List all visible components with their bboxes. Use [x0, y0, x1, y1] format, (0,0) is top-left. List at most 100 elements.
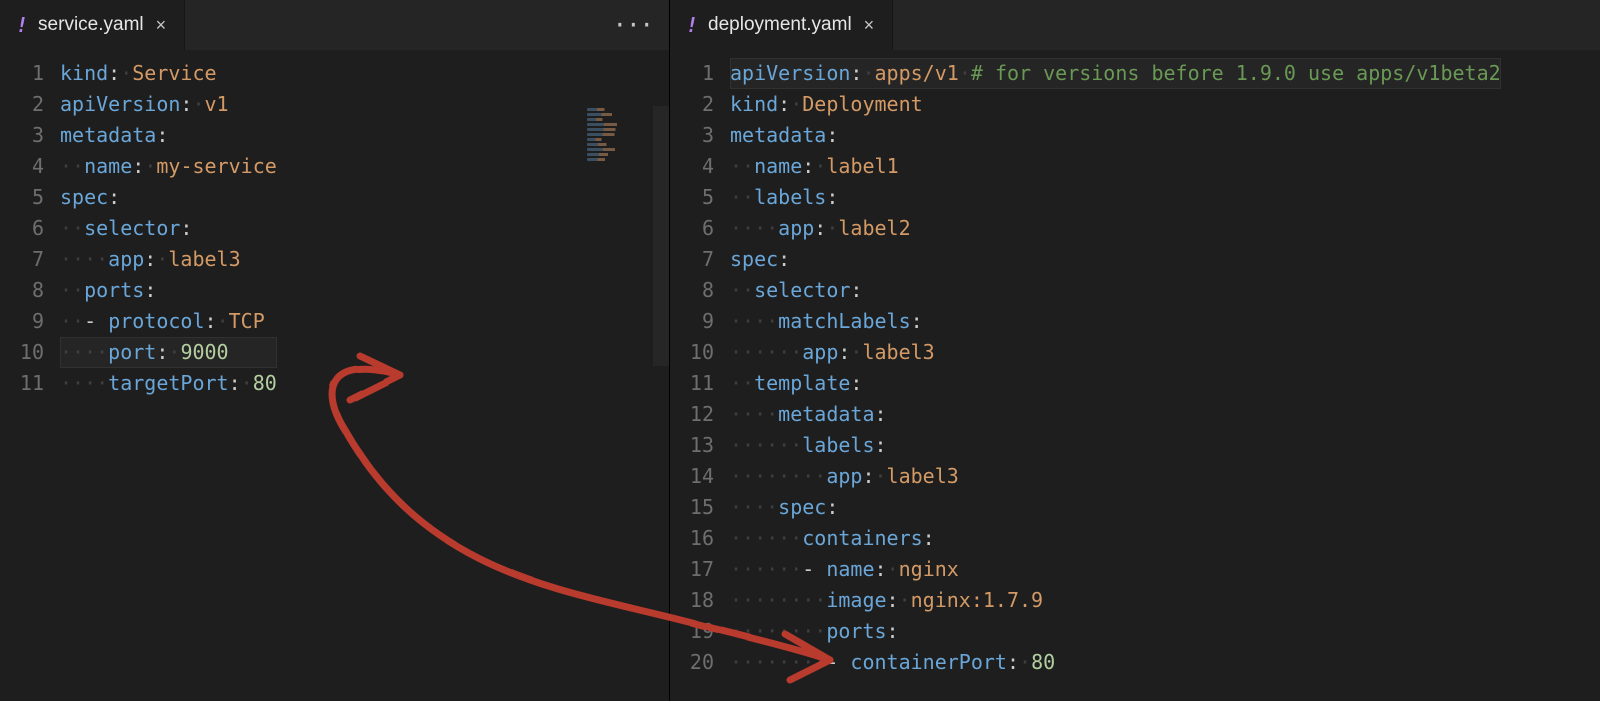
code-token-ws: ····	[60, 371, 108, 395]
code-line: ········app:·label3	[730, 461, 1501, 492]
minimap-line	[587, 113, 623, 116]
code-token-pun: :	[156, 340, 168, 364]
code-area-left[interactable]: kind:·ServiceapiVersion:·v1metadata:··na…	[60, 50, 277, 701]
code-token-key: protocol	[108, 309, 204, 333]
code-token-pun: :	[826, 123, 838, 147]
code-token-ws: ·	[826, 216, 838, 240]
code-token-pun: :	[850, 371, 862, 395]
code-token-key: selector	[754, 278, 850, 302]
code-token-str: label3	[168, 247, 240, 271]
minimap-line	[587, 148, 627, 151]
code-token-key: name	[84, 154, 132, 178]
line-number: 6	[670, 213, 714, 244]
minimap-line	[587, 143, 615, 146]
code-token-pun: :	[156, 123, 168, 147]
line-number: 14	[670, 461, 714, 492]
code-token-ws: ··	[730, 154, 754, 178]
code-line: ····metadata:	[730, 399, 1501, 430]
code-token-pun: :	[814, 216, 826, 240]
code-token-str: apps/v1	[875, 61, 959, 85]
code-token-pun: :	[923, 526, 935, 550]
code-token-ws: ····	[730, 216, 778, 240]
minimap-line	[587, 153, 617, 156]
line-number: 3	[670, 120, 714, 151]
code-token-ws: ········	[730, 588, 826, 612]
code-line: ··selector:	[730, 275, 1501, 306]
line-number: 3	[0, 120, 44, 151]
code-token-str: nginx	[899, 557, 959, 581]
code-token-ws: ········	[730, 464, 826, 488]
code-token-ws: ····	[730, 309, 778, 333]
code-token-key: metadata	[730, 123, 826, 147]
line-numbers-right: 1234567891011121314151617181920	[670, 50, 730, 701]
line-number: 6	[0, 213, 44, 244]
code-token-str: my-service	[156, 154, 276, 178]
tab-title: deployment.yaml	[708, 14, 852, 36]
code-token-pun: :	[887, 588, 899, 612]
code-token-pun: :	[850, 61, 862, 85]
code-token-pun: -	[84, 309, 108, 333]
more-actions-icon[interactable]: ···	[613, 11, 653, 39]
code-token-pun: :	[875, 402, 887, 426]
code-line: ······labels:	[730, 430, 1501, 461]
code-token-pun: :	[144, 247, 156, 271]
close-icon[interactable]: ×	[154, 16, 169, 34]
code-token-ws: ·	[192, 92, 204, 116]
code-line: ····matchLabels:	[730, 306, 1501, 337]
code-token-ws: ····	[730, 495, 778, 519]
close-icon[interactable]: ×	[862, 16, 877, 34]
code-token-ws: ·	[144, 154, 156, 178]
minimap-line	[587, 133, 626, 136]
code-token-pun: :	[838, 340, 850, 364]
editor-left[interactable]: 1234567891011 kind:·ServiceapiVersion:·v…	[0, 50, 669, 701]
code-token-pun: :	[778, 92, 790, 116]
line-number: 15	[670, 492, 714, 523]
code-token-ws: ········	[730, 619, 826, 643]
code-token-ws: ··	[60, 216, 84, 240]
code-token-key: image	[826, 588, 886, 612]
tab-deployment-yaml[interactable]: ! deployment.yaml ×	[670, 0, 893, 50]
code-token-key: apiVersion	[730, 61, 850, 85]
code-token-key: metadata	[60, 123, 156, 147]
code-token-str: label1	[826, 154, 898, 178]
code-token-key: app	[826, 464, 862, 488]
line-number: 7	[670, 244, 714, 275]
code-line: kind:·Deployment	[730, 89, 1501, 120]
tabbar-right: ! deployment.yaml ×	[670, 0, 1600, 50]
code-line: ····targetPort:·80	[60, 368, 277, 399]
code-line: metadata:	[60, 120, 277, 151]
line-number: 16	[670, 523, 714, 554]
code-token-ws: ·	[168, 340, 180, 364]
code-token-pun: :	[802, 154, 814, 178]
code-token-pun: :	[911, 309, 923, 333]
code-token-ws: ·	[790, 92, 802, 116]
minimap-line	[587, 138, 608, 141]
code-token-ws: ······	[730, 433, 802, 457]
code-token-pun: :	[875, 557, 887, 581]
tab-service-yaml[interactable]: ! service.yaml ×	[0, 0, 185, 50]
code-line: ··name:·label1	[730, 151, 1501, 182]
line-number: 1	[0, 58, 44, 89]
line-number: 2	[670, 89, 714, 120]
line-number: 11	[0, 368, 44, 399]
code-token-key: port	[108, 340, 156, 364]
editor-right[interactable]: 1234567891011121314151617181920 apiVersi…	[670, 50, 1600, 701]
code-line: ····app:·label2	[730, 213, 1501, 244]
code-token-num: 9000	[180, 340, 228, 364]
code-token-ws: ········	[730, 650, 826, 674]
editor-pane-left: ! service.yaml × ··· 1234567891011 kind:…	[0, 0, 670, 701]
minimap-left[interactable]	[587, 108, 635, 198]
code-token-pun: :	[144, 278, 156, 302]
code-line: metadata:	[730, 120, 1501, 151]
code-token-str: TCP	[229, 309, 265, 333]
code-token-ws: ·	[850, 340, 862, 364]
code-area-right[interactable]: apiVersion:·apps/v1·# for versions befor…	[730, 50, 1501, 701]
line-number: 8	[670, 275, 714, 306]
code-token-key: metadata	[778, 402, 874, 426]
code-token-key: name	[754, 154, 802, 178]
line-number: 10	[0, 337, 44, 368]
code-token-key: app	[108, 247, 144, 271]
tab-title: service.yaml	[38, 14, 144, 36]
scroll-overview-left[interactable]	[653, 106, 669, 366]
code-token-pun: :	[205, 309, 217, 333]
